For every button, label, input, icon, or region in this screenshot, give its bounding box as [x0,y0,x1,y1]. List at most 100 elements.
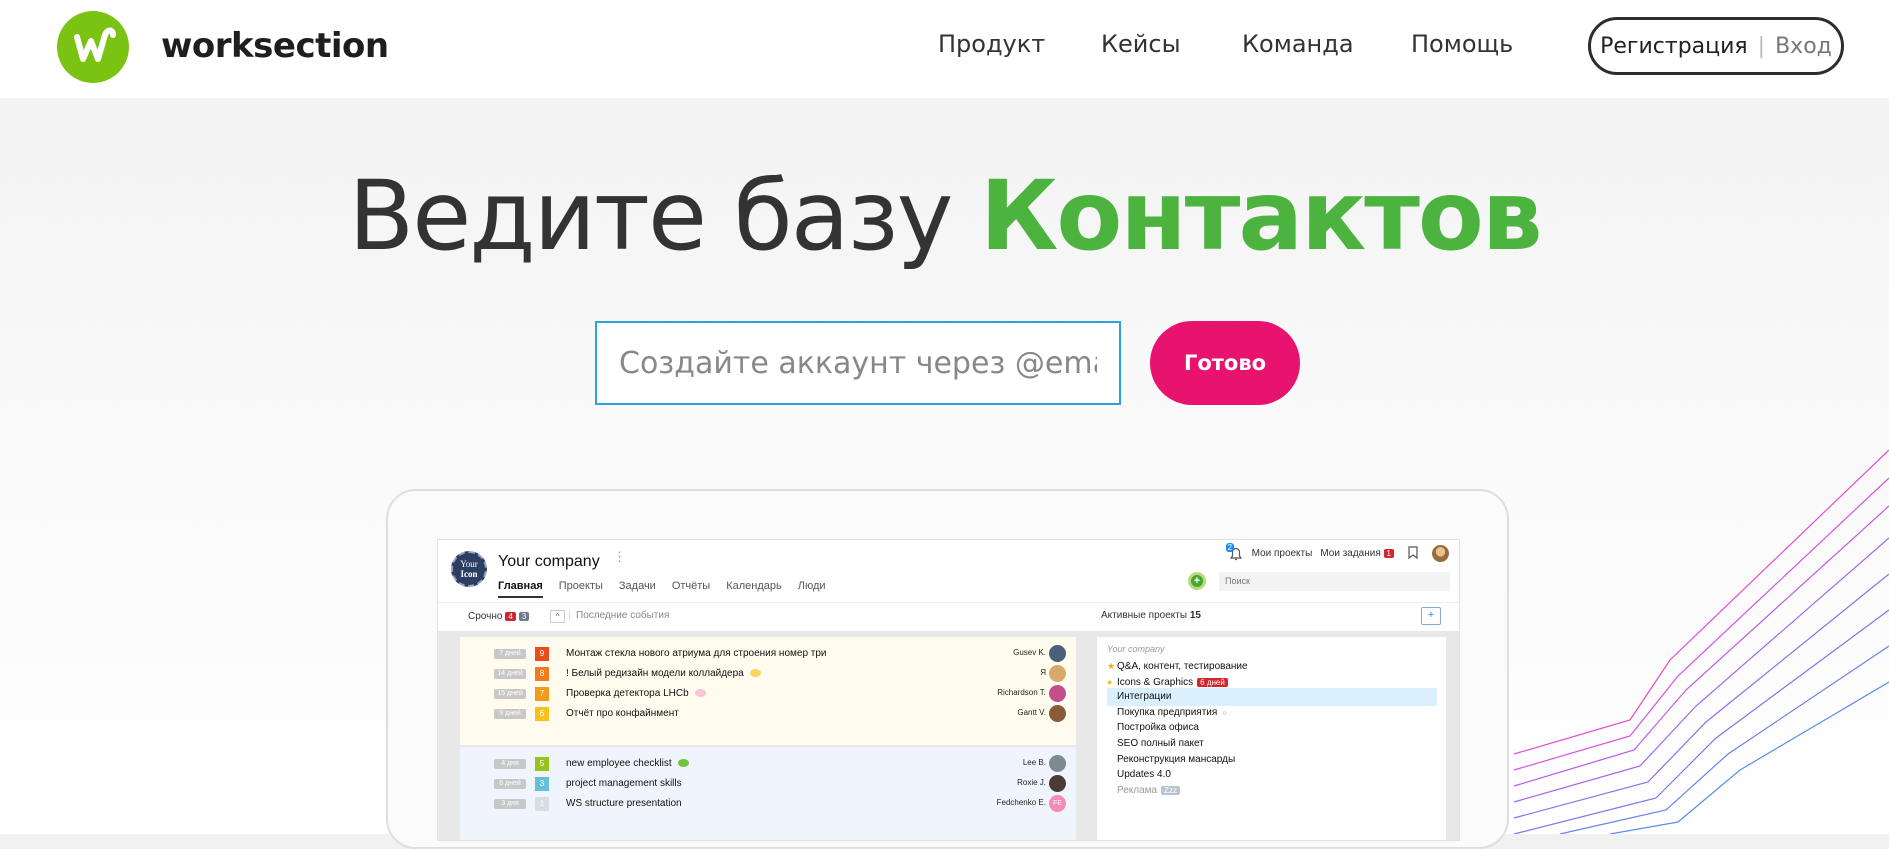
task-days-badge: 4 дня [494,759,526,769]
email-input[interactable] [595,321,1121,405]
task-row[interactable]: 15 дней 7 Проверка детектора LHCb Richardso… [460,684,1076,704]
urgent-filter[interactable]: Срочно 4 3 [468,611,530,622]
app-preview: Your Icon Your company ⋮ Главная Проекты… [437,539,1460,841]
task-name[interactable]: new employee checklist [566,758,689,769]
tab-reports[interactable]: Отчёты [672,580,710,598]
task-name[interactable]: Проверка детектора LHCb [566,688,706,699]
project-status-dot-icon: ○ [1222,709,1227,717]
notifications-bell-icon[interactable]: 2 [1225,542,1244,562]
user-avatar[interactable] [1432,545,1449,562]
urgent-label: Срочно [468,611,503,622]
urgent-count-grey: 3 [518,612,530,621]
comment-bubble-icon [694,689,706,698]
project-name: Покупка предприятия [1117,706,1218,718]
tab-people[interactable]: Люди [798,580,826,598]
tab-main[interactable]: Главная [498,580,543,598]
nav-product[interactable]: Продукт [938,30,1045,70]
task-days-badge: 9 дней [494,709,526,719]
task-list: 7 дней 9 Монтаж стекла нового атриума для … [460,637,1076,840]
project-name: SEO полный пакет [1117,738,1204,749]
task-row[interactable]: 4 дня 5 new employee checklist Lee B. [460,754,1076,774]
task-name-text: project management skills [566,778,682,789]
assignee-avatar[interactable] [1049,705,1066,722]
nav-team[interactable]: Команда [1242,30,1354,70]
nav-help[interactable]: Помощь [1411,30,1513,70]
kebab-menu-icon[interactable]: ⋮ [613,550,626,563]
task-name[interactable]: ! Белый редизайн модели коллайдера [566,668,761,679]
project-name: Интеграции [1117,691,1172,703]
task-priority-badge: 6 [535,707,549,721]
normal-task-group: 4 дня 5 new employee checklist Lee B. 6 дней… [460,747,1076,840]
nav-cases[interactable]: Кейсы [1101,30,1181,70]
task-priority-badge: 7 [535,687,549,701]
assignee-avatar[interactable] [1049,755,1066,772]
company-logo-icon: Your Icon [451,551,487,587]
active-projects-count: 15 [1189,610,1201,621]
submit-button[interactable]: Готово [1150,321,1300,405]
task-name[interactable]: Монтаж стекла нового атриума для строени… [566,648,827,659]
task-days-badge: 15 дней [494,689,526,699]
project-name: Icons & Graphics [1117,676,1194,688]
project-name: Реконструкция мансарды [1117,753,1236,765]
assignee-avatar[interactable] [1049,645,1066,662]
project-deadline-badge: 6 дней [1197,677,1228,687]
project-name: Q&A, контент, тестирование [1117,661,1248,672]
tab-calendar[interactable]: Календарь [726,580,782,598]
hero-title-plain: Ведите базу [348,160,953,272]
task-row[interactable]: 9 дней 6 Отчёт про конфайнмент Gantt V. [460,704,1076,724]
tab-tasks[interactable]: Задачи [619,580,656,598]
hero-title-accent: Контактов [979,160,1543,272]
assignee-avatar[interactable] [1049,665,1066,682]
task-days-badge: 6 дней [494,779,526,789]
task-assignee: Fedchenko E. [996,798,1046,807]
task-days-badge: 7 дней [494,649,526,659]
active-projects-label: Активные проекты 15 [1101,610,1201,621]
task-name-text: new employee checklist [566,758,672,769]
add-button-icon[interactable]: + [1188,572,1206,590]
my-projects-link[interactable]: Мои проекты [1252,548,1313,559]
task-priority-badge: 9 [535,647,549,661]
task-name-text: ! Белый редизайн модели коллайдера [566,668,744,679]
my-tasks-link[interactable]: Мои задания 1 [1320,548,1394,559]
task-days-badge: 3 дня [494,799,526,809]
app-search-input[interactable] [1219,572,1450,591]
hero-title: Ведите базу Контактов [0,160,1889,272]
task-row[interactable]: 3 дня 1 WS structure presentation Fedchenko… [460,794,1076,814]
login-link[interactable]: Вход [1775,34,1832,59]
company-name: Your company [498,553,600,570]
task-row[interactable]: 6 дней 3 project management skills Roxie J. [460,774,1076,794]
task-priority-badge: 3 [535,777,549,791]
task-name[interactable]: project management skills [566,778,682,789]
assignee-avatar[interactable] [1049,775,1066,792]
tab-projects[interactable]: Проекты [559,580,603,598]
collapse-icon[interactable]: ^ [550,610,565,623]
task-priority-badge: 1 [535,797,549,811]
task-assignee: Richardson T. [997,688,1046,697]
task-name[interactable]: Отчёт про конфайнмент [566,708,679,719]
logo-text-line2: Icon [460,569,478,579]
task-assignee: Gantt V. [1017,708,1046,717]
task-name-text: WS structure presentation [566,798,682,809]
register-link[interactable]: Регистрация [1600,34,1748,59]
task-name[interactable]: WS structure presentation [566,798,682,809]
project-item[interactable]: Реклама Zzz [1107,782,1437,800]
task-row[interactable]: 14 дней 8 ! Белый редизайн модели коллайде… [460,664,1076,684]
task-days-badge: 14 дней [494,669,526,679]
bookmark-icon[interactable] [1408,545,1418,562]
last-events-link[interactable]: Последние события [569,610,669,621]
app-tabs: Главная Проекты Задачи Отчёты Календарь … [498,580,826,598]
brand-name[interactable]: worksection [161,26,389,66]
worksection-logo-icon[interactable] [57,11,129,83]
assignee-avatar[interactable] [1049,685,1066,702]
urgent-task-group: 7 дней 9 Монтаж стекла нового атриума для … [460,637,1076,745]
assignee-avatar[interactable]: FE [1049,795,1066,812]
add-project-icon[interactable]: + [1421,607,1441,625]
decorative-lines [1513,450,1889,834]
task-row[interactable]: 7 дней 9 Монтаж стекла нового атриума для … [460,644,1076,664]
project-name: Реклама [1117,784,1158,796]
comment-bubble-icon [749,669,761,678]
active-projects-text: Активные проекты [1101,610,1188,621]
my-tasks-badge: 1 [1383,549,1394,558]
app-toolbar: Срочно 4 3 ^ Последние события Активные … [438,602,1459,631]
task-assignee: Gusev K. [1013,648,1046,657]
